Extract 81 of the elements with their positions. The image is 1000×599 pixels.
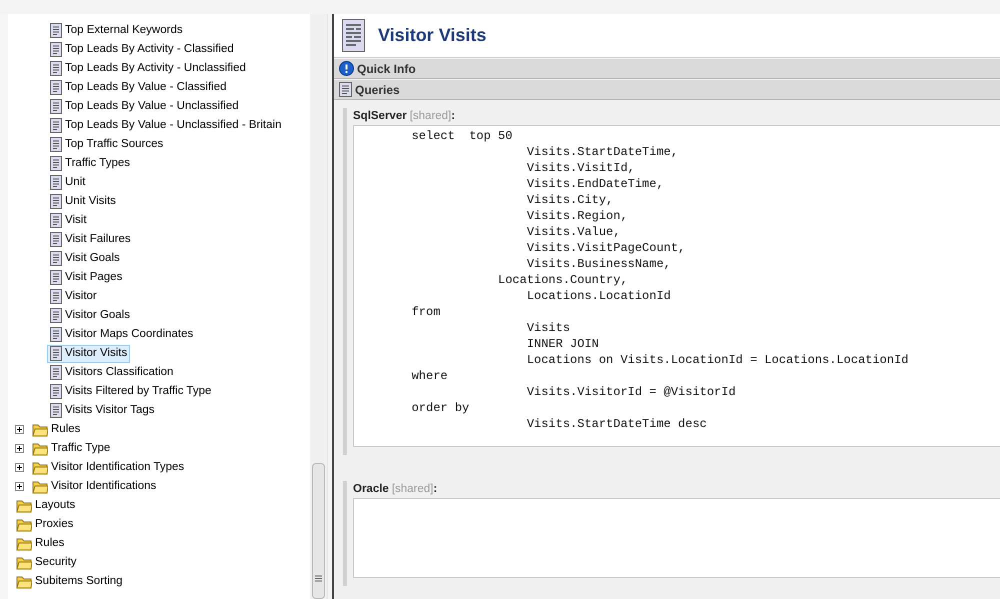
tree-item[interactable]: Unit Visits: [47, 192, 119, 210]
folder-icon: [32, 422, 48, 437]
tree-item[interactable]: Visitors Classification: [47, 364, 176, 382]
query-field[interactable]: [353, 498, 1000, 578]
tree-item[interactable]: Unit: [47, 174, 88, 192]
label-colon: :: [433, 482, 438, 497]
tree-item[interactable]: Top Leads By Value - Unclassified: [47, 98, 242, 116]
tree-item[interactable]: Visitor Goals: [47, 306, 133, 324]
tree-item[interactable]: Rules: [29, 420, 84, 438]
tree-item[interactable]: Traffic Types: [47, 154, 133, 172]
query-field[interactable]: select top 50 Visits.StartDateTime, Visits.VisitId, Visits.EndDateTime, Visits.City, Visits.Region, Visits.Value, Visits.VisitPageCount, Visits.BusinessName, Locations.Country, Locations.LocationId from Visits INNER JOIN Locations on Visits.LocationId = Locations.LocationId where Visits.VisitorId = @VisitorId order by Visits.StartDateTime desc: [353, 125, 1000, 447]
folder-icon: [16, 555, 32, 570]
document-icon: [50, 42, 62, 57]
document-icon: [50, 80, 62, 95]
document-icon: [50, 232, 62, 247]
tree-item[interactable]: Visitor Identifications: [29, 478, 160, 496]
tree-item[interactable]: Top External Keywords: [47, 22, 186, 40]
tree-item[interactable]: Layouts: [13, 496, 78, 514]
tree-item[interactable]: Rules: [13, 534, 68, 552]
tree-item[interactable]: Visits Filtered by Traffic Type: [47, 382, 214, 400]
grip-icon: [315, 575, 322, 582]
document-icon: [50, 251, 62, 266]
folder-icon: [16, 517, 32, 532]
folder-icon: [16, 574, 32, 589]
tree-item[interactable]: Visit: [47, 212, 90, 230]
document-icon: [50, 384, 62, 399]
tree-item[interactable]: Visitor Visits: [47, 344, 130, 362]
tree-item[interactable]: Top Leads By Value - Unclassified - Britain: [47, 116, 284, 134]
scrollbar-thumb[interactable]: [312, 463, 325, 599]
tree-item[interactable]: Top Leads By Activity - Classified: [47, 40, 237, 58]
document-icon: [339, 82, 352, 97]
tree-item[interactable]: Visitor: [47, 288, 100, 306]
document-icon: [50, 175, 62, 190]
folder-icon: [32, 460, 48, 475]
shared-tag: [shared]: [392, 481, 434, 498]
tree-item[interactable]: Visitor Identification Types: [29, 458, 188, 476]
folder-icon: [32, 479, 48, 494]
scrollbar[interactable]: [310, 14, 328, 599]
tree-item[interactable]: Visits Visitor Tags: [47, 402, 158, 420]
tree-item[interactable]: Visitor Maps Coordinates: [47, 326, 196, 344]
section-header[interactable]: Quick Info: [334, 58, 1000, 79]
document-icon: [50, 289, 62, 304]
document-icon: [50, 137, 62, 152]
document-icon: [50, 118, 62, 133]
document-icon: [50, 23, 62, 38]
document-icon: [50, 365, 62, 380]
document-icon: [50, 308, 62, 323]
field-label: Oracle: [353, 482, 389, 497]
tree-item[interactable]: Visit Pages: [47, 268, 126, 286]
document-icon: [50, 194, 62, 209]
document-icon: [50, 99, 62, 114]
tree-item[interactable]: Visit Failures: [47, 230, 134, 248]
field-label: SqlServer: [353, 109, 407, 124]
document-icon: [50, 270, 62, 285]
expand-icon[interactable]: [15, 482, 24, 491]
document-icon: [50, 156, 62, 171]
folder-icon: [16, 498, 32, 513]
document-icon: [50, 61, 62, 76]
tree-item[interactable]: Security: [13, 554, 80, 572]
tree-item[interactable]: Visit Goals: [47, 250, 123, 268]
tree-item[interactable]: Top Leads By Activity - Unclassified: [47, 60, 249, 78]
tree-item[interactable]: Proxies: [13, 516, 76, 534]
document-icon: [50, 346, 62, 361]
tree-item[interactable]: Top Leads By Value - Classified: [47, 78, 230, 96]
tree-item[interactable]: Top Traffic Sources: [47, 136, 166, 154]
folder-icon: [16, 536, 32, 551]
section-header[interactable]: Queries: [334, 79, 1000, 100]
document-icon: [50, 327, 62, 342]
tree-item[interactable]: Traffic Type: [29, 440, 114, 458]
document-icon: [50, 213, 62, 228]
document-icon: [342, 19, 365, 52]
expand-icon[interactable]: [15, 444, 24, 453]
info-icon: [339, 61, 354, 76]
label-colon: :: [451, 109, 456, 124]
tree-item[interactable]: Subitems Sorting: [13, 572, 126, 590]
expand-icon[interactable]: [15, 463, 24, 472]
folder-icon: [32, 441, 48, 456]
expand-icon[interactable]: [15, 425, 24, 434]
document-icon: [50, 403, 62, 418]
page-title: Visitor Visits: [378, 24, 486, 47]
shared-tag: [shared]: [410, 108, 452, 126]
